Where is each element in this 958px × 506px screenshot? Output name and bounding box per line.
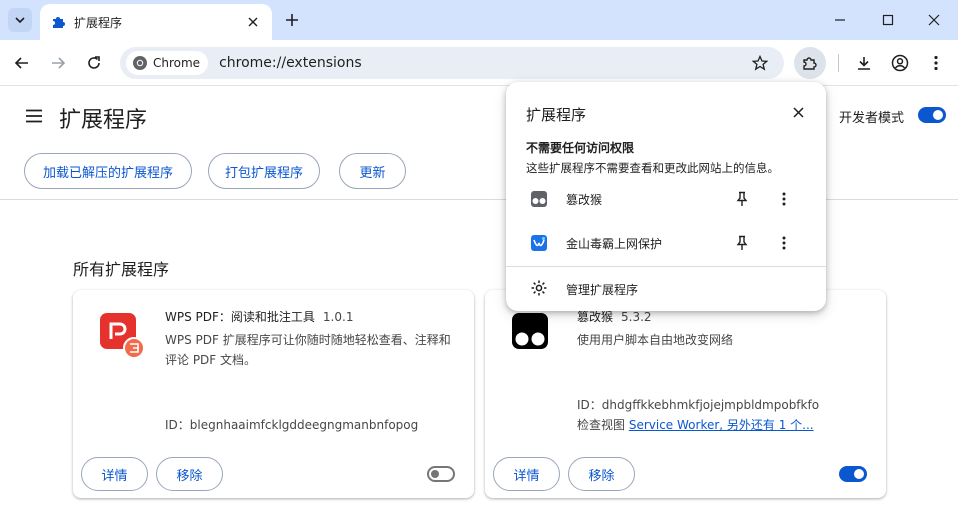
manage-extensions-item[interactable]: 管理扩展程序 xyxy=(506,272,826,304)
toggle-knob xyxy=(933,110,943,120)
chrome-logo-icon xyxy=(133,56,147,70)
extension-name-text: WPS PDF：阅读和批注工具 xyxy=(165,310,315,324)
tab-close-button[interactable] xyxy=(244,13,262,31)
kingsoft-shield-icon xyxy=(531,235,547,251)
chevron-down-icon xyxy=(15,17,25,24)
back-button[interactable] xyxy=(10,51,34,75)
page-title: 扩展程序 xyxy=(59,108,148,133)
address-bar[interactable]: Chrome chrome://extensions xyxy=(120,47,784,79)
extension-description: 使用用户脚本自由地改变网络 xyxy=(577,333,734,347)
extension-version: 5.3.2 xyxy=(621,310,652,324)
more-vert-icon xyxy=(934,55,938,71)
tab-extensions[interactable]: 扩展程序 xyxy=(40,4,272,40)
close-icon xyxy=(792,106,804,118)
extension-id: ID：blegnhaaimfcklgddeegngmanbnfopog xyxy=(165,418,419,432)
tab-title: 扩展程序 xyxy=(74,15,123,30)
wps-pdf-icon xyxy=(100,313,145,359)
popup-title: 扩展程序 xyxy=(526,106,587,124)
tampermonkey-icon xyxy=(531,191,547,207)
site-info-chip[interactable]: Chrome xyxy=(126,51,209,75)
popup-section-desc: 这些扩展程序不需要查看和更改此网站上的信息。 xyxy=(526,161,779,175)
tab-strip: 扩展程序 xyxy=(0,0,958,40)
new-tab-button[interactable] xyxy=(282,10,302,30)
dev-mode-label: 开发者模式 xyxy=(839,111,905,126)
remove-button[interactable]: 移除 xyxy=(156,457,223,491)
chrome-menu-button[interactable] xyxy=(924,51,948,75)
download-icon xyxy=(858,57,870,70)
toolbar: Chrome chrome://extensions xyxy=(0,40,958,86)
window-close-button[interactable] xyxy=(924,10,944,30)
star-icon xyxy=(752,55,768,71)
extension-description: WPS PDF 扩展程序可让你随时随地轻松查看、注释和评论 PDF 文档。 xyxy=(165,333,451,367)
popup-item-name: 金山毒霸上网保护 xyxy=(566,237,663,251)
popup-close-button[interactable] xyxy=(788,102,808,122)
popup-section-heading: 不需要任何访问权限 xyxy=(526,141,635,155)
account-icon xyxy=(891,54,909,72)
load-unpacked-button[interactable]: 加载已解压的扩展程序 xyxy=(24,153,192,189)
manage-extensions-label: 管理扩展程序 xyxy=(566,283,639,297)
pack-extension-button[interactable]: 打包扩展程序 xyxy=(208,153,320,189)
pin-button[interactable] xyxy=(732,233,752,253)
remove-button[interactable]: 移除 xyxy=(568,457,635,491)
downloads-button[interactable] xyxy=(852,51,876,75)
popup-item-name: 篡改猴 xyxy=(566,193,603,207)
hamburger-icon xyxy=(26,109,42,123)
site-chip-label: Chrome xyxy=(153,56,201,70)
forward-button[interactable] xyxy=(46,51,70,75)
maximize-button[interactable] xyxy=(878,10,898,30)
toggle-knob xyxy=(854,469,864,479)
extension-version: 1.0.1 xyxy=(322,310,354,324)
puzzle-icon xyxy=(803,57,817,70)
details-button[interactable]: 详情 xyxy=(493,457,560,491)
extension-enable-toggle[interactable] xyxy=(839,466,867,482)
popup-item-kingsoft[interactable]: 金山毒霸上网保护 xyxy=(506,223,826,263)
tab-search-button[interactable] xyxy=(8,8,32,32)
pin-icon xyxy=(736,191,748,206)
profile-button[interactable] xyxy=(888,51,912,75)
more-actions-button[interactable] xyxy=(774,189,794,209)
extensions-menu-button[interactable] xyxy=(794,47,826,79)
reload-icon xyxy=(88,56,100,69)
dev-mode-toggle[interactable] xyxy=(918,107,946,123)
plus-icon xyxy=(286,14,298,26)
pin-button[interactable] xyxy=(732,189,752,209)
tampermonkey-icon xyxy=(512,313,548,349)
service-worker-link[interactable]: Service Worker, 另外还有 1 个... xyxy=(629,418,814,432)
minimize-button[interactable] xyxy=(830,10,850,30)
more-vert-icon xyxy=(782,192,786,206)
extension-id: ID：dhdgffkkebhmkfjojejmpbldmpobfkfo xyxy=(577,398,820,412)
inspect-views-label: 检查视图 xyxy=(577,418,626,432)
more-vert-icon xyxy=(782,236,786,250)
puzzle-icon xyxy=(53,17,65,28)
update-button[interactable]: 更新 xyxy=(339,153,406,189)
extension-enable-toggle[interactable] xyxy=(427,466,455,482)
extension-card-wps: WPS PDF：阅读和批注工具 1.0.1 WPS PDF 扩展程序可让你随时随地… xyxy=(73,290,474,498)
extension-name: WPS PDF：阅读和批注工具 1.0.1 xyxy=(165,308,353,325)
pin-icon xyxy=(736,235,748,250)
minimize-icon xyxy=(835,19,845,21)
popup-item-tampermonkey[interactable]: 篡改猴 xyxy=(506,179,826,219)
more-actions-button[interactable] xyxy=(774,233,794,253)
main-menu-button[interactable] xyxy=(22,104,46,128)
bookmark-star-button[interactable] xyxy=(748,51,772,75)
arrow-left-icon xyxy=(14,57,28,69)
maximize-icon xyxy=(882,14,894,26)
gear-icon xyxy=(531,280,547,296)
details-button[interactable]: 详情 xyxy=(81,457,148,491)
extension-card-tampermonkey: 篡改猴 5.3.2 使用用户脚本自由地改变网络 ID：dhdgffkkebhmkf… xyxy=(485,290,886,498)
toolbar-separator xyxy=(838,54,839,72)
popup-divider xyxy=(506,266,826,267)
toggle-knob xyxy=(431,470,439,478)
section-title: 所有扩展程序 xyxy=(73,260,170,279)
extension-name-text: 篡改猴 xyxy=(577,310,614,324)
close-icon xyxy=(928,14,940,26)
inspect-views: 检查视图 Service Worker, 另外还有 1 个... xyxy=(577,416,814,433)
extensions-popup: 扩展程序 不需要任何访问权限 这些扩展程序不需要查看和更改此网站上的信息。 篡改… xyxy=(506,82,826,311)
url-text[interactable]: chrome://extensions xyxy=(219,55,748,71)
arrow-right-icon xyxy=(52,57,66,69)
close-icon xyxy=(248,17,258,27)
reload-button[interactable] xyxy=(82,51,106,75)
